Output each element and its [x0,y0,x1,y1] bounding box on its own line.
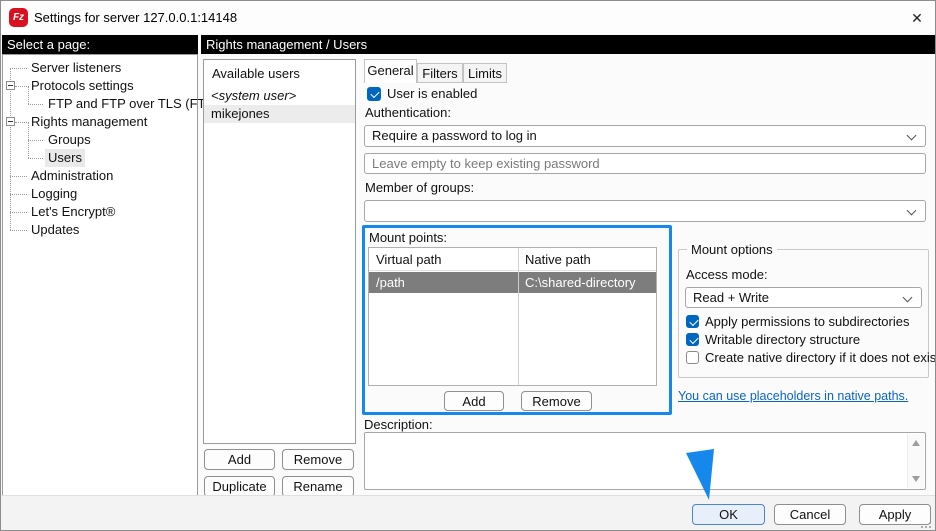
page-breadcrumb-header: Rights management / Users [201,35,936,54]
mount-points-label: Mount points: [369,230,447,245]
resize-grip[interactable] [929,526,931,528]
tab-filters[interactable]: Filters [417,63,463,83]
scroll-up-icon[interactable] [912,440,920,446]
user-remove-button[interactable]: Remove [282,449,354,470]
mount-add-button[interactable]: Add [444,391,504,411]
create-native-directory-checkbox[interactable] [686,351,699,364]
tree-item-rights-management[interactable]: Rights management [3,113,197,131]
writable-structure-row: Writable directory structure [686,332,860,347]
member-of-groups-select[interactable] [364,200,926,222]
user-item-mikejones[interactable]: mikejones [204,105,355,123]
window-title: Settings for server 127.0.0.1:14148 [34,1,237,34]
apply-button[interactable]: Apply [859,504,931,525]
access-mode-select[interactable]: Read + Write [685,287,922,308]
mount-points-table: Virtual path Native path /path C:\shared… [368,247,657,386]
tab-limits[interactable]: Limits [463,63,507,83]
description-textarea[interactable] [364,432,926,490]
access-mode-label: Access mode: [686,267,768,282]
settings-window: Fz Settings for server 127.0.0.1:14148 ✕… [0,0,936,531]
user-duplicate-button[interactable]: Duplicate [204,476,275,497]
collapse-minus-icon[interactable] [6,81,15,90]
virtual-path-cell: /path [369,272,518,293]
select-page-header: Select a page: [2,35,198,54]
scrollbar[interactable] [907,434,924,488]
tree-item-groups[interactable]: Groups [3,131,197,149]
filezilla-server-icon: Fz [9,8,28,27]
available-users-title: Available users [204,60,355,87]
native-path-cell: C:\shared-directory [518,272,636,293]
cancel-button[interactable]: Cancel [774,504,846,525]
user-enabled-checkbox[interactable] [367,87,381,101]
available-users-list: Available users <system user> mikejones [203,59,356,444]
tree-item-updates[interactable]: Updates [3,221,197,239]
tree-item-lets-encrypt[interactable]: Let's Encrypt® [3,203,197,221]
tree-item-protocols-settings[interactable]: Protocols settings [3,77,197,95]
apply-permissions-checkbox[interactable] [686,315,699,328]
apply-permissions-row: Apply permissions to subdirectories [686,314,909,329]
user-rename-button[interactable]: Rename [282,476,354,497]
tree-item-users[interactable]: Users [3,149,197,167]
mount-point-row[interactable]: /path C:\shared-directory [369,272,656,293]
tree-item-administration[interactable]: Administration [3,167,197,185]
user-item-system[interactable]: <system user> [204,87,355,105]
virtual-path-column-header[interactable]: Virtual path [369,248,518,270]
password-field[interactable] [364,153,926,174]
create-native-directory-row: Create native directory if it does not e… [686,350,936,365]
description-label: Description: [364,417,433,432]
chevron-down-icon [907,206,917,216]
collapse-minus-icon[interactable] [6,117,15,126]
native-path-column-header[interactable]: Native path [518,248,591,270]
writable-structure-checkbox[interactable] [686,333,699,346]
chevron-down-icon [907,131,917,141]
user-enabled-row: User is enabled [367,86,477,101]
member-of-groups-label: Member of groups: [365,180,474,195]
tree-item-ftp-ftps[interactable]: FTP and FTP over TLS (FTPS) [3,95,197,113]
placeholders-link[interactable]: You can use placeholders in native paths… [678,389,908,403]
mount-table-header: Virtual path Native path [369,248,656,271]
authentication-select[interactable]: Require a password to log in [364,125,926,147]
mount-options-legend: Mount options [687,242,777,257]
ok-button[interactable]: OK [692,504,765,525]
chevron-down-icon [903,293,913,303]
tab-general[interactable]: General [364,59,417,83]
close-icon[interactable]: ✕ [905,6,929,30]
scroll-down-icon[interactable] [912,476,920,482]
title-bar: Fz Settings for server 127.0.0.1:14148 ✕ [1,1,935,34]
tree-item-logging[interactable]: Logging [3,185,197,203]
user-add-button[interactable]: Add [204,449,275,470]
column-divider [518,248,519,385]
user-enabled-label: User is enabled [387,86,477,101]
mount-remove-button[interactable]: Remove [521,391,592,411]
tree-item-server-listeners[interactable]: Server listeners [3,59,197,77]
page-tree-panel: Server listeners Protocols settings FTP … [2,54,198,496]
authentication-label: Authentication: [365,105,451,120]
